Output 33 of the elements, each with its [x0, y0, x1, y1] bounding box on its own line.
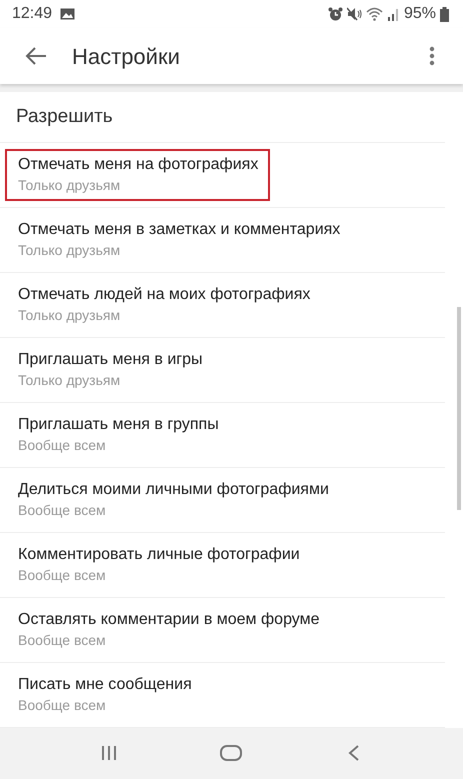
setting-value: Вообще всем [18, 566, 107, 585]
setting-title[interactable]: Приглашать меня в игры [18, 350, 203, 370]
mute-icon [346, 7, 362, 21]
setting-title[interactable]: Отмечать людей на моих фотографиях [18, 285, 310, 305]
battery-percentage: 95% [404, 4, 436, 24]
setting-value: Вообще всем [18, 696, 107, 715]
alarm-icon [328, 7, 343, 21]
wifi-icon [366, 7, 383, 21]
setting-title[interactable]: Оставлять комментарии в моем форуме [18, 610, 320, 630]
setting-value: Только друзьям [18, 371, 122, 390]
clock: 12:49 [12, 4, 52, 24]
setting-value: Вообще всем [18, 631, 107, 650]
setting-value: Вообще всем [18, 501, 107, 520]
screen-title: Настройки [72, 42, 180, 71]
back-chevron-icon [346, 744, 361, 762]
battery-icon [440, 6, 449, 22]
more-options-icon [429, 46, 435, 66]
setting-value: Вообще всем [18, 436, 107, 455]
setting-value: Только друзьям [18, 241, 122, 260]
back-arrow-icon [24, 46, 48, 66]
signal-icon [386, 7, 400, 21]
setting-title[interactable]: Комментировать личные фотографии [18, 545, 300, 565]
home-icon [219, 744, 244, 762]
setting-title[interactable]: Делиться моими личными фотографиями [18, 480, 329, 500]
setting-title[interactable]: Писать мне сообщения [18, 675, 192, 695]
setting-title[interactable]: Отмечать меня в заметках и комментариях [18, 220, 340, 240]
setting-value: Только друзьям [18, 306, 122, 325]
setting-value: Только друзьям [18, 176, 122, 195]
setting-title[interactable]: Отмечать меня на фотографиях [18, 155, 258, 175]
recent-apps-icon [100, 745, 118, 762]
setting-title[interactable]: Приглашать меня в группы [18, 415, 219, 435]
image-icon [60, 8, 76, 20]
section-header: Разрешить [16, 106, 113, 127]
